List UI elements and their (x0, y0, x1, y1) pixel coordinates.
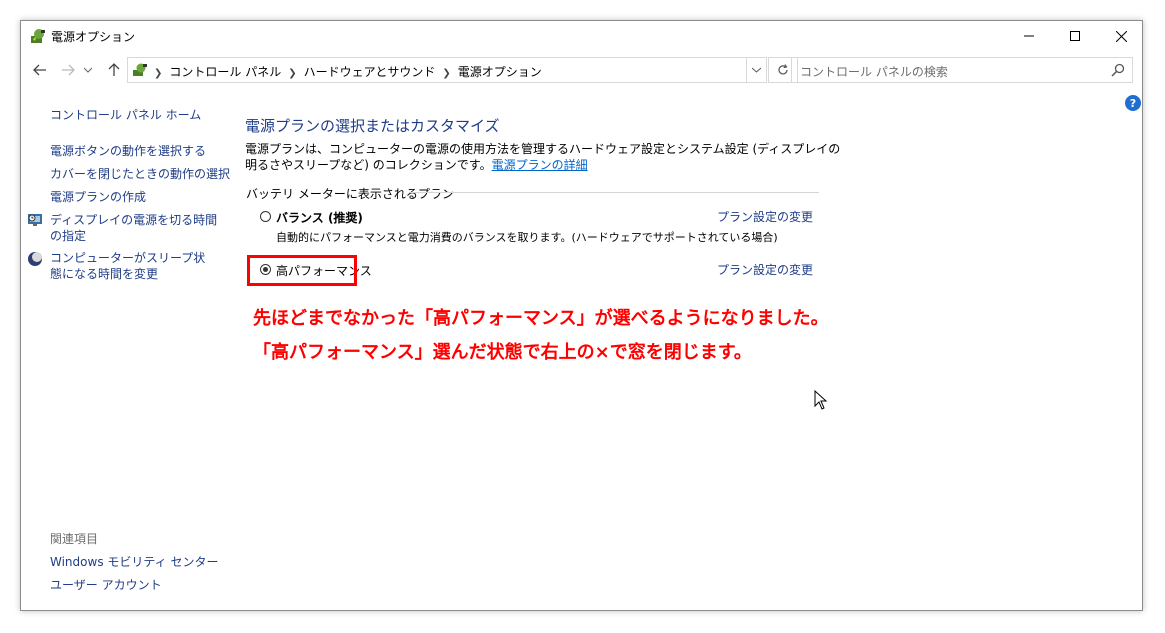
title-bar: 電源オプション (21, 21, 1142, 51)
search-icon (1111, 63, 1125, 77)
help-icon: ? (1129, 96, 1137, 110)
related-mobility-center[interactable]: Windows モビリティ センター (50, 554, 218, 570)
sidebar-item-lid-close[interactable]: カバーを閉じたときの動作の選択 (50, 166, 230, 182)
minimize-icon (1024, 35, 1034, 37)
forward-arrow-icon (62, 64, 75, 76)
up-arrow-icon (108, 63, 120, 76)
breadcrumb-separator-icon: ❯ (154, 68, 163, 79)
forward-button[interactable] (57, 59, 79, 81)
up-button[interactable] (103, 59, 125, 81)
close-button[interactable] (1098, 21, 1144, 51)
breadcrumb-power-options[interactable]: 電源オプション (458, 65, 542, 79)
balanced-plan-desc: 自動的にパフォーマンスと電力消費のバランスを取ります。(ハードウェアでサポートさ… (276, 231, 778, 244)
sidebar-item-create-plan[interactable]: 電源プランの作成 (50, 189, 146, 205)
back-button[interactable] (29, 59, 51, 81)
maximize-icon (1070, 31, 1080, 41)
navigation-bar: ❯ コントロール パネル ❯ ハードウェアとサウンド ❯ 電源オプション コント… (21, 55, 1142, 87)
refresh-icon (778, 64, 788, 75)
related-user-accounts[interactable]: ユーザー アカウント (50, 577, 162, 593)
back-arrow-icon (33, 64, 46, 76)
search-box[interactable]: コントロール パネルの検索 (791, 57, 1133, 83)
address-bar[interactable]: ❯ コントロール パネル ❯ ハードウェアとサウンド ❯ 電源オプション (127, 57, 747, 83)
minimize-button[interactable] (1006, 21, 1052, 51)
balanced-plan-settings-link[interactable]: プラン設定の変更 (717, 209, 813, 225)
breadcrumb: ❯ コントロール パネル ❯ ハードウェアとサウンド ❯ 電源オプション (154, 63, 542, 80)
sidebar-item-display-off-time[interactable]: ディスプレイの電源を切る時間の指定 (50, 212, 220, 244)
mouse-cursor-icon (814, 390, 828, 410)
power-options-app-icon (31, 29, 45, 43)
sidebar-control-panel-home[interactable]: コントロール パネル ホーム (50, 107, 201, 123)
power-options-window: 電源オプション ❯ コントロール パネル ❯ ハードウェアとサウンド ❯ 電源オ… (20, 20, 1143, 611)
recent-locations-button[interactable] (81, 59, 95, 81)
sleep-moon-icon (28, 252, 42, 266)
help-button[interactable]: ? (1125, 95, 1141, 111)
maximize-button[interactable] (1052, 21, 1098, 51)
group-divider (409, 192, 819, 193)
breadcrumb-control-panel[interactable]: コントロール パネル (169, 65, 281, 79)
highlight-box (247, 255, 357, 286)
control-panel-icon (133, 63, 147, 76)
breadcrumb-hardware-sound[interactable]: ハードウェアとサウンド (304, 65, 436, 79)
breadcrumb-separator-icon: ❯ (442, 68, 451, 79)
related-title: 関連項目 (50, 532, 99, 546)
search-placeholder: コントロール パネルの検索 (800, 65, 948, 79)
close-icon (1115, 30, 1127, 42)
chevron-down-icon (84, 67, 92, 73)
high-performance-plan-settings-link[interactable]: プラン設定の変更 (717, 262, 813, 278)
window-title: 電源オプション (51, 30, 136, 44)
annotation-line-1: 先ほどまでなかった「高パフォーマンス」が選べるようになりました。 (253, 308, 829, 329)
annotation-line-2: 「高パフォーマンス」選んだ状態で右上の×で窓を閉じます。 (253, 342, 752, 363)
sidebar-item-power-buttons[interactable]: 電源ボタンの動作を選択する (50, 143, 206, 159)
sidebar-item-sleep-time[interactable]: コンピューターがスリープ状態になる時間を変更 (50, 250, 210, 282)
plan-group-label: バッテリ メーターに表示されるプラン (246, 187, 454, 201)
balanced-plan-name[interactable]: バランス (推奨) (276, 209, 363, 226)
power-plan-details-link[interactable]: 電源プランの詳細 (492, 158, 588, 172)
page-title: 電源プランの選択またはカスタマイズ (245, 117, 500, 135)
balanced-radio[interactable] (260, 211, 271, 222)
breadcrumb-separator-icon: ❯ (288, 68, 297, 79)
display-clock-icon (28, 214, 42, 226)
page-description: 電源プランは、コンピューターの電源の使用方法を管理するハードウェア設定とシステム… (245, 141, 845, 173)
